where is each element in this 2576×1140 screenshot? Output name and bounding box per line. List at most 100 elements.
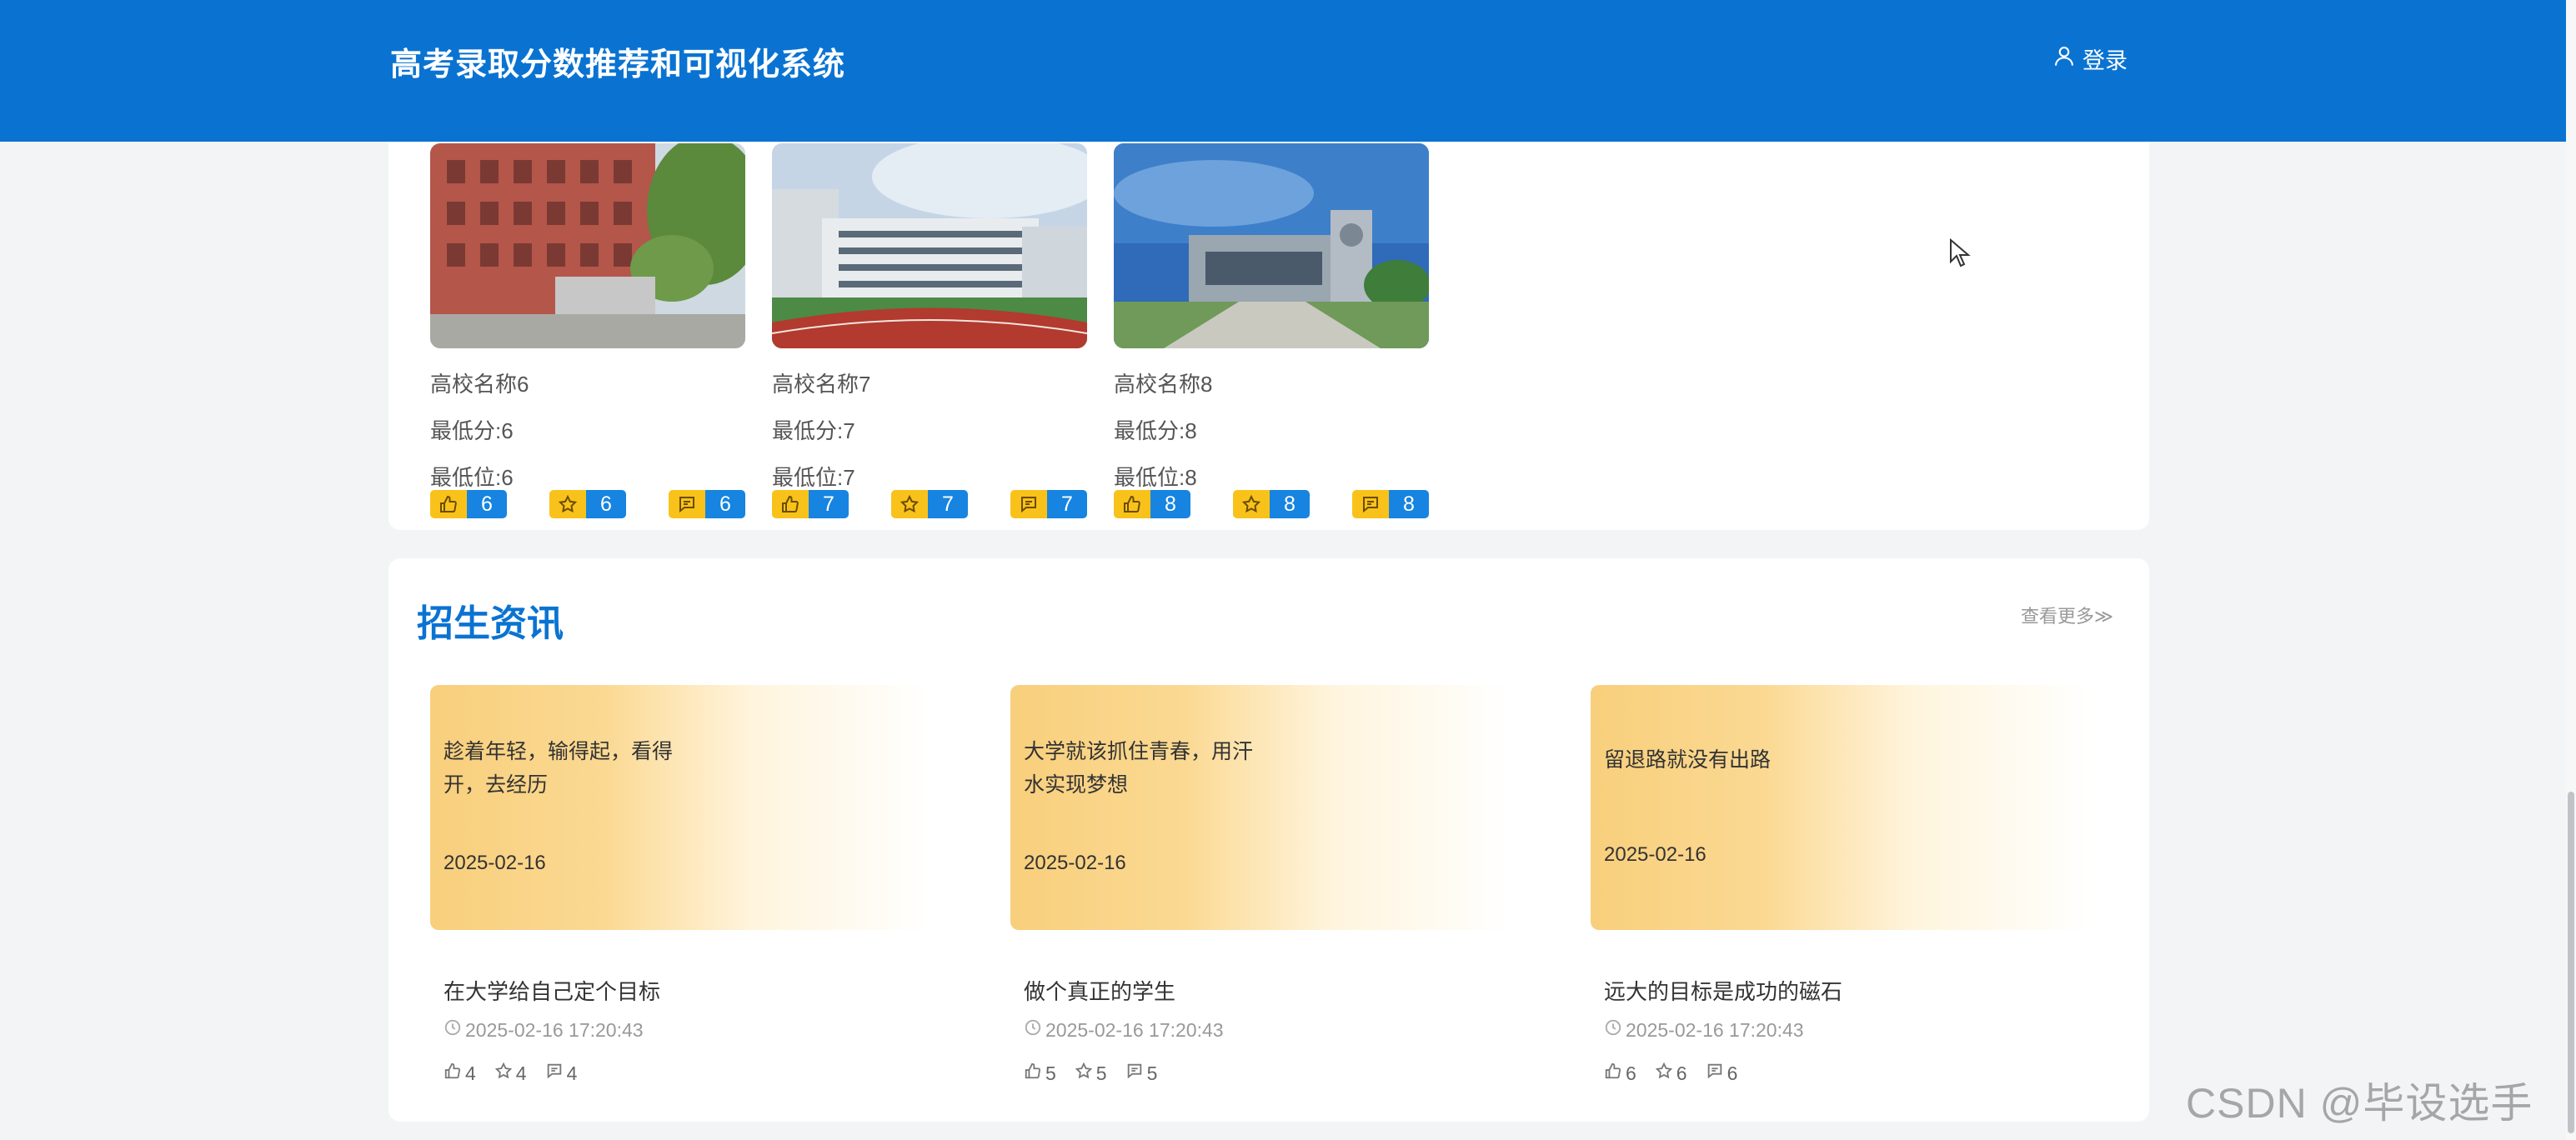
comment-badge[interactable]: 8 — [1352, 490, 1429, 518]
like-count: 6 — [467, 490, 507, 518]
thumbs-up-icon — [430, 490, 467, 518]
clock-icon — [1604, 1018, 1622, 1042]
thumbs-up-icon — [444, 1062, 462, 1085]
cover-date: 2025-02-16 — [1024, 852, 1126, 874]
news-like-count: 4 — [465, 1062, 476, 1084]
news-favorite[interactable]: 5 — [1075, 1062, 1107, 1085]
school-stats: 8 8 8 — [1114, 490, 1429, 518]
school-name[interactable]: 高校名称8 — [1114, 373, 1212, 395]
cover-date: 2025-02-16 — [1604, 843, 1706, 866]
thumbs-up-icon — [1114, 490, 1150, 518]
school-name[interactable]: 高校名称6 — [430, 373, 529, 395]
comment-badge[interactable]: 6 — [669, 490, 745, 518]
school-card[interactable]: 高校名称8 最低分:8 最低位:8 8 8 8 — [1114, 143, 1429, 518]
news-cover[interactable]: 留退路就没有出路 2025-02-16 — [1591, 685, 2091, 930]
scrollbar-thumb[interactable] — [2568, 792, 2574, 1133]
news-favorite[interactable]: 4 — [494, 1062, 527, 1085]
news-time: 2025-02-16 17:20:43 — [444, 1018, 644, 1042]
school-stats: 6 6 6 — [430, 490, 745, 518]
news-like[interactable]: 4 — [444, 1062, 476, 1085]
cover-date: 2025-02-16 — [444, 852, 546, 874]
school-stats: 7 7 7 — [772, 490, 1087, 518]
news-title[interactable]: 做个真正的学生 — [1024, 975, 1175, 1006]
page: 高考录取分数推荐和可视化系统 登录 高校名称6 最低分:6 最低位:6 6 6 … — [0, 0, 2576, 1140]
top-header: 高考录取分数推荐和可视化系统 登录 — [0, 0, 2566, 142]
news-like-count: 6 — [1626, 1062, 1636, 1084]
news-item[interactable]: 趁着年轻，输得起，看得开，去经历 2025-02-16 在大学给自己定个目标 2… — [430, 685, 930, 1110]
news-comment-count: 5 — [1146, 1062, 1158, 1084]
favorite-badge[interactable]: 8 — [1233, 490, 1310, 518]
watermark: CSDN @毕设选手 — [2186, 1080, 2533, 1127]
school-photo[interactable] — [1114, 143, 1429, 348]
news-favorite-count: 6 — [1676, 1062, 1687, 1084]
site-title[interactable]: 高考录取分数推荐和可视化系统 — [390, 38, 845, 84]
like-count: 8 — [1150, 490, 1190, 518]
news-timestamp: 2025-02-16 17:20:43 — [465, 1018, 644, 1041]
favorite-badge[interactable]: 6 — [549, 490, 626, 518]
school-min-score: 最低分:8 — [1114, 418, 1197, 443]
news-comment-count: 4 — [566, 1062, 578, 1084]
news-favorite-count: 4 — [515, 1062, 527, 1084]
news-favorite[interactable]: 6 — [1655, 1062, 1687, 1085]
cover-text: 大学就该抓住青春，用汗水实现梦想 — [1024, 740, 1254, 797]
favorite-badge[interactable]: 7 — [891, 490, 968, 518]
clock-icon — [444, 1018, 462, 1042]
news-item[interactable]: 留退路就没有出路 2025-02-16 远大的目标是成功的磁石 2025-02-… — [1591, 685, 2091, 1110]
comment-badge[interactable]: 7 — [1010, 490, 1087, 518]
comment-count: 6 — [705, 490, 745, 518]
clock-icon — [1024, 1018, 1042, 1042]
news-like[interactable]: 6 — [1604, 1062, 1636, 1085]
cover-text: 趁着年轻，输得起，看得开，去经历 — [444, 740, 674, 797]
school-min-score: 最低分:6 — [430, 418, 514, 443]
comment-icon — [1125, 1062, 1144, 1085]
comment-count: 7 — [1047, 490, 1087, 518]
star-icon — [494, 1062, 513, 1085]
user-icon — [2052, 44, 2076, 73]
school-card[interactable]: 高校名称7 最低分:7 最低位:7 7 7 7 — [772, 143, 1087, 518]
star-icon — [549, 490, 586, 518]
school-list-section: 高校名称6 最低分:6 最低位:6 6 6 6 高校名称7 最低分:7 最低位:… — [388, 142, 2149, 530]
news-cover[interactable]: 大学就该抓住青春，用汗水实现梦想 2025-02-16 — [1010, 685, 1511, 930]
comment-icon — [1352, 490, 1389, 518]
school-card[interactable]: 高校名称6 最低分:6 最低位:6 6 6 6 — [430, 143, 745, 518]
news-cover[interactable]: 趁着年轻，输得起，看得开，去经历 2025-02-16 — [430, 685, 930, 930]
school-min-rank: 最低位:8 — [1114, 465, 1197, 490]
news-comment[interactable]: 4 — [545, 1062, 578, 1085]
like-count: 7 — [809, 490, 849, 518]
news-comment[interactable]: 5 — [1125, 1062, 1158, 1085]
news-meta: 5 5 5 — [1024, 1062, 1157, 1085]
view-more-link[interactable]: 查看更多≫ — [2021, 602, 2113, 628]
news-title[interactable]: 在大学给自己定个目标 — [444, 975, 660, 1006]
school-photo[interactable] — [430, 143, 745, 348]
comment-icon — [1706, 1062, 1724, 1085]
news-like[interactable]: 5 — [1024, 1062, 1056, 1085]
like-badge[interactable]: 6 — [430, 490, 507, 518]
news-section: 招生资讯 查看更多≫ 趁着年轻，输得起，看得开，去经历 2025-02-16 在… — [388, 558, 2149, 1122]
thumbs-up-icon — [1604, 1062, 1622, 1085]
news-title[interactable]: 远大的目标是成功的磁石 — [1604, 975, 1842, 1006]
comment-count: 8 — [1389, 490, 1429, 518]
news-meta: 6 6 6 — [1604, 1062, 1737, 1085]
news-comment[interactable]: 6 — [1706, 1062, 1737, 1085]
news-timestamp: 2025-02-16 17:20:43 — [1626, 1018, 1804, 1041]
star-icon — [891, 490, 928, 518]
news-favorite-count: 5 — [1095, 1062, 1107, 1084]
comment-icon — [545, 1062, 564, 1085]
favorite-count: 7 — [928, 490, 968, 518]
like-badge[interactable]: 7 — [772, 490, 849, 518]
news-timestamp: 2025-02-16 17:20:43 — [1045, 1018, 1224, 1041]
favorite-count: 6 — [586, 490, 626, 518]
school-photo[interactable] — [772, 143, 1087, 348]
like-badge[interactable]: 8 — [1114, 490, 1190, 518]
star-icon — [1075, 1062, 1093, 1085]
mouse-cursor-icon — [1949, 238, 1971, 268]
school-name[interactable]: 高校名称7 — [772, 373, 870, 395]
cover-text: 留退路就没有出路 — [1604, 748, 1772, 772]
login-link[interactable]: 登录 — [2052, 42, 2127, 75]
comment-icon — [1010, 490, 1047, 518]
thumbs-up-icon — [1024, 1062, 1042, 1085]
news-time: 2025-02-16 17:20:43 — [1024, 1018, 1224, 1042]
news-item[interactable]: 大学就该抓住青春，用汗水实现梦想 2025-02-16 做个真正的学生 2025… — [1010, 685, 1511, 1110]
thumbs-up-icon — [772, 490, 809, 518]
section-title: 招生资讯 — [417, 603, 564, 644]
